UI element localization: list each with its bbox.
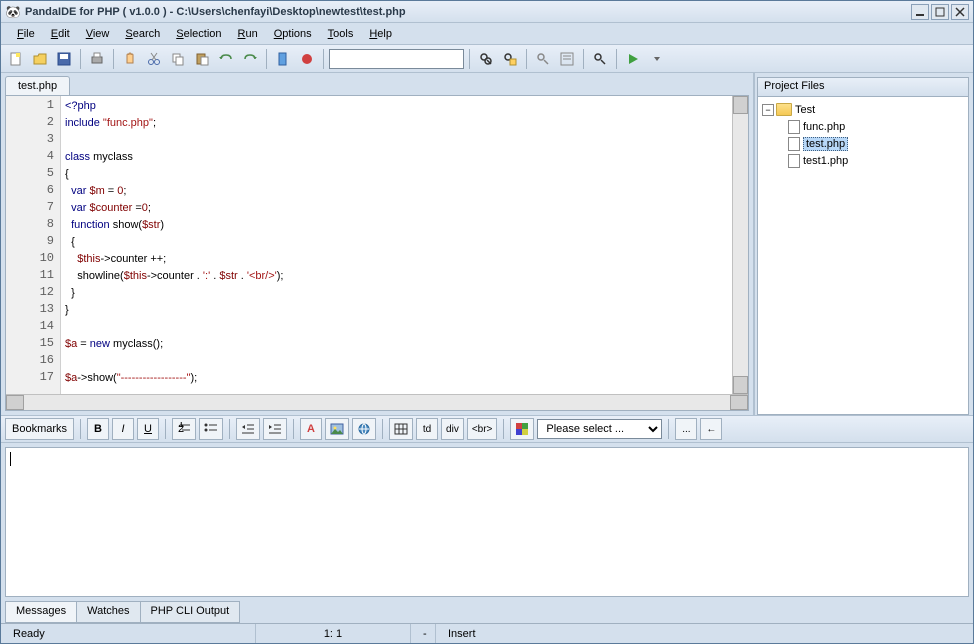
underline-button[interactable]: U [137,418,159,440]
vertical-scrollbar[interactable] [732,96,748,394]
tree-file[interactable]: test1.php [762,152,964,169]
format-toolbar: Bookmarks B I U 12 A td div <br> Please … [1,415,973,443]
bookmarks-label[interactable]: Bookmarks [5,418,74,440]
pan-button[interactable] [119,48,141,70]
app-icon: 🐼 [5,4,21,20]
italic-button[interactable]: I [112,418,134,440]
image-button[interactable] [325,418,349,440]
breakpoint-button[interactable] [296,48,318,70]
paste-button[interactable] [191,48,213,70]
status-dash: - [411,624,436,643]
status-position: 1: 1 [256,624,411,643]
menu-edit[interactable]: Edit [43,26,78,42]
run-dropdown-button[interactable] [646,48,668,70]
indent-button[interactable] [263,418,287,440]
tree-root[interactable]: −Test [762,101,964,118]
close-button[interactable] [951,4,969,20]
find-next-button[interactable] [589,48,611,70]
table-button[interactable] [389,418,413,440]
output-area[interactable] [5,447,969,597]
outdent-button[interactable] [236,418,260,440]
svg-text:2: 2 [178,423,184,435]
ordered-list-button[interactable]: 12 [172,418,196,440]
td-button[interactable]: td [416,418,438,440]
goto-line-button[interactable] [556,48,578,70]
menu-selection[interactable]: Selection [168,26,229,42]
project-tree[interactable]: −Testfunc.phptest.phptest1.php [757,97,969,415]
undo-button[interactable] [215,48,237,70]
statusbar: Ready 1: 1 - Insert [1,623,973,643]
tree-file[interactable]: test.php [762,135,964,152]
editor-tab[interactable]: test.php [5,76,70,95]
window-title: PandaIDE for PHP ( v1.0.0 ) - C:\Users\c… [25,6,911,18]
run-button[interactable] [622,48,644,70]
save-button[interactable] [53,48,75,70]
color-palette-button[interactable] [510,418,534,440]
toolbar [1,45,973,73]
horizontal-scrollbar[interactable] [6,394,748,410]
back-button[interactable]: ← [700,418,722,440]
editor-pane: test.php 1234567891011121314151617 <?php… [1,73,755,415]
tree-file[interactable]: func.php [762,118,964,135]
find-replace-button[interactable] [499,48,521,70]
code-area[interactable]: <?phpinclude "func.php";class myclass{ v… [61,96,732,394]
print-button[interactable] [86,48,108,70]
div-button[interactable]: div [441,418,464,440]
project-pane: Project Files −Testfunc.phptest.phptest1… [755,73,973,415]
menu-help[interactable]: Help [361,26,400,42]
search-input[interactable] [329,49,464,69]
cut-button[interactable] [143,48,165,70]
bottom-tab-watches[interactable]: Watches [76,601,140,623]
status-mode: Insert [436,624,973,643]
bottom-tab-php-cli-output[interactable]: PHP CLI Output [140,601,241,623]
menu-tools[interactable]: Tools [320,26,362,42]
code-editor[interactable]: 1234567891011121314151617 <?phpinclude "… [5,95,749,411]
font-color-button[interactable]: A [300,418,322,440]
bottom-tabs: MessagesWatchesPHP CLI Output [1,601,973,623]
find-button[interactable] [475,48,497,70]
minimize-button[interactable] [911,4,929,20]
status-ready: Ready [1,624,256,643]
copy-button[interactable] [167,48,189,70]
menu-view[interactable]: View [78,26,118,42]
menu-search[interactable]: Search [117,26,168,42]
more-button[interactable]: ... [675,418,697,440]
menu-file[interactable]: File [9,26,43,42]
maximize-button[interactable] [931,4,949,20]
titlebar: 🐼 PandaIDE for PHP ( v1.0.0 ) - C:\Users… [1,1,973,23]
new-file-button[interactable] [5,48,27,70]
br-button[interactable]: <br> [467,418,498,440]
unordered-list-button[interactable] [199,418,223,440]
project-files-header: Project Files [757,77,969,97]
link-button[interactable] [352,418,376,440]
open-file-button[interactable] [29,48,51,70]
menu-run[interactable]: Run [230,26,266,42]
line-gutter: 1234567891011121314151617 [6,96,61,394]
bookmark-button[interactable] [272,48,294,70]
find-in-files-button[interactable] [532,48,554,70]
bold-button[interactable]: B [87,418,109,440]
template-select[interactable]: Please select ... [537,419,662,439]
menu-options[interactable]: Options [266,26,320,42]
redo-button[interactable] [239,48,261,70]
menubar: FileEditViewSearchSelectionRunOptionsToo… [1,23,973,45]
bottom-tab-messages[interactable]: Messages [5,601,77,623]
